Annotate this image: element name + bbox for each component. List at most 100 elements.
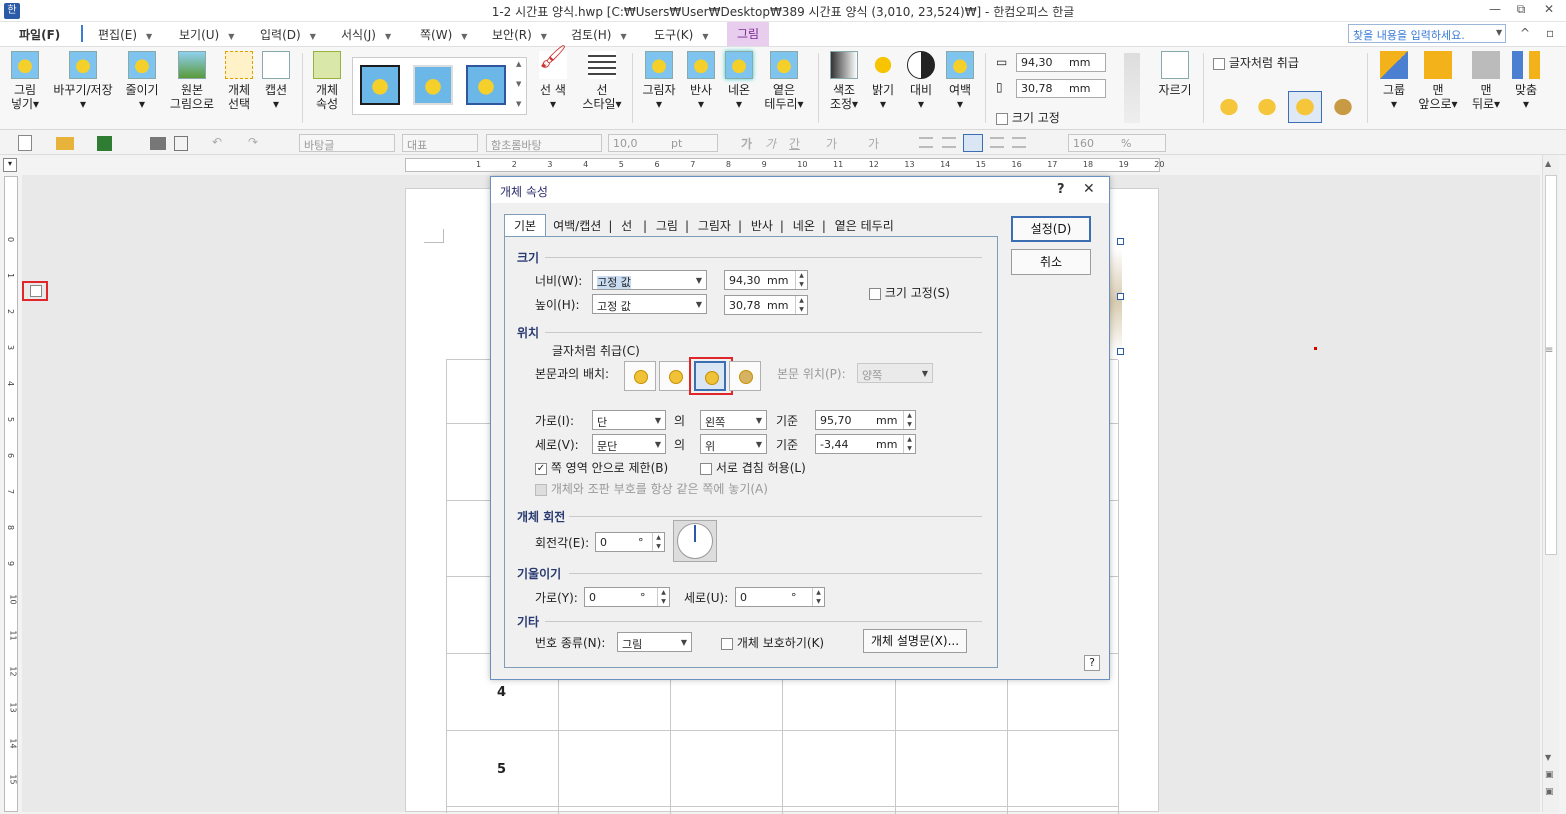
wrap-tight-button[interactable] [659,361,691,391]
ruler-toggle-icon[interactable]: ▾ [3,158,17,172]
height-mode-select[interactable]: 고정 값 ▼ [592,294,707,314]
align-center-icon[interactable] [963,134,983,152]
line-color-button[interactable]: 🖌 선 색 ▾ [536,47,570,111]
group-button[interactable]: 그룹 ▾ [1376,51,1412,111]
restore-button[interactable]: ⧉ [1510,2,1532,20]
treat-as-char-checkbox[interactable] [30,285,42,297]
vertical-scrollbar[interactable]: ▲ ≡ ▼ ▣ ▣ [1542,155,1559,812]
shadow-button[interactable]: 그림자 ▾ [640,51,678,111]
rotation-angle-input[interactable]: 0 ° ▲ ▼ [595,532,665,552]
allow-overlap-option[interactable]: 서로 겹침 허용(L) [700,459,806,476]
vertical-ruler[interactable]: 0 1 2 3 4 5 6 7 8 9 10 11 12 13 14 15 [4,176,18,812]
tab-line[interactable]: 선 [616,215,637,236]
skew-horizontal-input[interactable]: 0 ° ▲ ▼ [584,587,670,607]
replace-save-button[interactable]: 바꾸기/저장 ▾ [49,51,117,111]
new-document-icon[interactable] [18,135,32,151]
neon-button[interactable]: 네온 ▾ [722,51,756,111]
limit-page-option[interactable]: ✓ 쪽 영역 안으로 제한(B) [535,459,668,476]
wrap-front-text-button[interactable] [729,361,761,391]
tab-neon[interactable]: 네온 [788,215,820,236]
line-spacing-combo[interactable]: 160% [1068,134,1166,152]
scroll-thumb[interactable] [1545,175,1557,555]
style-thumb-2[interactable] [413,65,453,105]
caption-button[interactable]: 캡션 ▾ [260,51,292,111]
page-down-icon[interactable]: ▣ [1545,787,1554,797]
size-lock-checkbox[interactable] [869,287,881,300]
protect-object-option[interactable]: 개체 보호하기(K) [721,634,824,651]
collapse-ribbon-icon[interactable]: ^ [1520,26,1530,40]
page-up-icon[interactable]: ▣ [1545,770,1554,780]
skew-vertical-input[interactable]: 0 ° ▲ ▼ [735,587,825,607]
align-justify-icon[interactable] [919,137,933,148]
bring-front-button[interactable]: 맨 앞으로▾ [1418,51,1458,111]
object-properties-button[interactable]: 개체 속성 [310,51,344,111]
crop-button[interactable]: 자르기 [1154,51,1196,97]
soft-edge-button[interactable]: 옅은 테두리▾ [764,51,804,111]
horizontal-offset-input[interactable]: 95,70 mm ▲ ▼ [815,410,916,430]
scroll-down-icon[interactable]: ▼ [1545,753,1551,762]
highlight-icon[interactable]: 가 [868,135,879,152]
align-right-icon[interactable] [990,137,1004,148]
ribbon-width-input[interactable]: 94,30 mm [1016,53,1106,72]
object-description-button[interactable]: 개체 설명문(X)... [863,629,967,653]
scroll-up-icon[interactable]: ▲ [1545,159,1551,168]
treat-as-char-label[interactable]: 글자처럼 취급(C) [552,342,640,359]
spinner-icon[interactable]: ▲ ▼ [812,588,824,606]
brightness-button[interactable]: 밝기 ▾ [868,51,898,111]
protect-object-checkbox[interactable] [721,637,733,650]
selected-picture-edge[interactable] [1108,249,1122,353]
align-distribute-icon[interactable] [1012,137,1026,148]
menu-page[interactable]: 쪽(W) ▼ [420,26,467,43]
style-thumb-3[interactable] [466,65,506,105]
limit-page-checkbox[interactable]: ✓ [535,462,547,475]
wrap-front-text-icon[interactable] [1328,93,1358,121]
dialog-close-icon[interactable]: ✕ [1083,181,1095,197]
save-icon[interactable] [97,136,112,151]
spinner-icon[interactable]: ▲ ▼ [652,533,664,551]
horizontal-ruler[interactable]: 1 2 3 4 5 6 7 8 9 10 11 12 13 14 15 16 17 18 19 20 [405,158,1164,172]
menu-picture-tab[interactable]: 그림 [727,22,769,46]
rotation-dial[interactable] [673,520,717,562]
tab-shadow[interactable]: 그림자 [693,215,736,236]
menu-format[interactable]: 서식(J) ▼ [341,26,391,43]
original-picture-button[interactable]: 원본 그림으로 [167,51,217,111]
gallery-down-icon[interactable]: ▼ [516,80,521,88]
bold-icon[interactable]: 가 [741,135,752,152]
font-color-icon[interactable]: 가 [826,135,837,152]
resize-handle[interactable] [1117,238,1124,245]
ribbon-size-lock[interactable]: 크기 고정 [996,109,1060,126]
spinner-icon[interactable]: ▲ ▼ [903,411,915,429]
number-type-select[interactable]: 그림 ▼ [617,632,692,652]
height-value-input[interactable]: 30,78 mm ▲ ▼ [724,295,808,315]
size-lock-option[interactable]: 크기 고정(S) [869,284,950,301]
width-value-input[interactable]: 94,30 mm ▲ ▼ [724,270,808,290]
allow-overlap-checkbox[interactable] [700,462,712,475]
tab-picture[interactable]: 그림 [651,215,683,236]
wrap-behind-text-button[interactable] [694,361,726,391]
cancel-button[interactable]: 취소 [1011,249,1091,275]
color-adjust-button[interactable]: 색조 조정▾ [826,51,862,111]
style-thumb-1[interactable] [360,65,400,105]
reflection-button[interactable]: 반사 ▾ [684,51,718,111]
tab-reflection[interactable]: 반사 [746,215,778,236]
width-mode-select[interactable]: 고정 값 ▼ [592,270,707,290]
vertical-base-select[interactable]: 문단 ▼ [592,434,666,454]
spinner-icon[interactable]: ▲ ▼ [657,588,669,606]
print-icon[interactable] [150,137,166,150]
vertical-offset-input[interactable]: -3,44 mm ▲ ▼ [815,434,916,454]
undo-icon[interactable]: ↶ [212,135,222,149]
wrap-square-button[interactable] [624,361,656,391]
redo-icon[interactable]: ↷ [248,135,258,149]
dialog-title-bar[interactable]: 개체 속성 ? ✕ [491,177,1109,203]
horizontal-base-select[interactable]: 단 ▼ [592,410,666,430]
spinner-icon[interactable]: ▲ ▼ [903,435,915,453]
underline-icon[interactable]: 간 [789,135,800,152]
menu-security[interactable]: 보안(R) ▼ [492,26,547,43]
menu-tools[interactable]: 도구(K) ▼ [654,26,708,43]
menu-edit[interactable]: 편집(E) ▼ [98,26,152,43]
menu-review[interactable]: 검토(H) ▼ [571,26,627,43]
margin-button[interactable]: 여백 ▾ [944,51,976,111]
language-combo[interactable]: 대표 [402,134,478,152]
spinner-icon[interactable]: ▲ ▼ [795,271,807,289]
tab-basic[interactable]: 기본 [504,214,547,236]
